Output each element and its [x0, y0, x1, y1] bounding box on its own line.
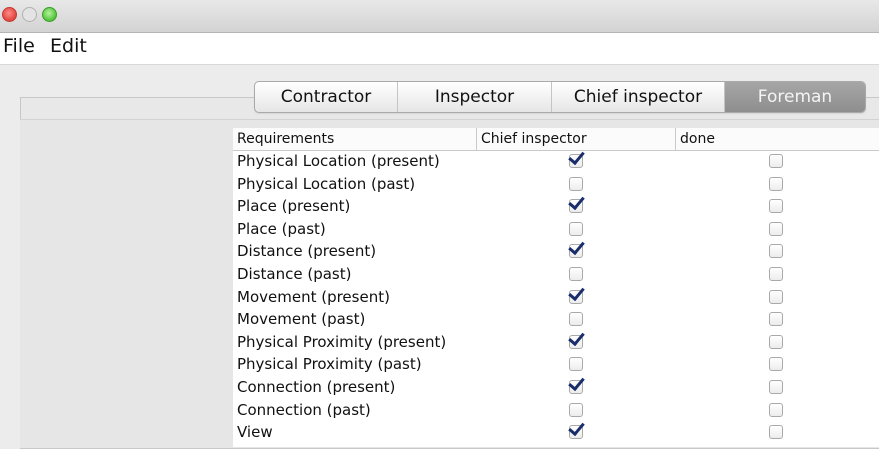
table-row[interactable]: Movement (past)	[233, 308, 879, 331]
requirement-label: Physical Proximity (past)	[237, 355, 422, 374]
requirement-label: Distance (present)	[237, 242, 377, 261]
close-window-button[interactable]	[2, 7, 17, 22]
table-row[interactable]: Physical Proximity (present)	[233, 331, 879, 354]
done-checkbox[interactable]	[769, 289, 783, 304]
table-row[interactable]: Connection (past)	[233, 399, 879, 422]
table-row[interactable]: Place (past)	[233, 218, 879, 241]
table-row[interactable]: Physical Proximity (past)	[233, 353, 879, 376]
chief-inspector-checkbox[interactable]	[569, 154, 583, 168]
chief-inspector-checkbox[interactable]	[569, 244, 583, 259]
window-titlebar	[0, 0, 879, 33]
table-row[interactable]: Place (present)	[233, 195, 879, 218]
menu-bar: File Edit	[0, 33, 879, 65]
done-checkbox[interactable]	[769, 425, 783, 440]
column-header-requirements[interactable]: Requirements	[233, 128, 477, 150]
done-checkbox[interactable]	[769, 357, 783, 372]
column-header-chief-inspector[interactable]: Chief inspector	[477, 128, 676, 150]
requirement-label: Movement (present)	[237, 287, 390, 306]
requirement-label: Place (past)	[237, 219, 326, 238]
chief-inspector-checkbox[interactable]	[569, 266, 583, 281]
requirement-label: Distance (past)	[237, 264, 352, 283]
requirement-label: View	[237, 423, 273, 442]
menu-edit[interactable]: Edit	[50, 35, 87, 57]
zoom-window-button[interactable]	[42, 7, 57, 22]
done-checkbox[interactable]	[769, 334, 783, 349]
tab-foreman[interactable]: Foreman	[725, 82, 865, 112]
done-checkbox[interactable]	[769, 221, 783, 236]
done-checkbox[interactable]	[769, 266, 783, 281]
table-body: Physical Location (present) Physical Loca…	[233, 150, 879, 444]
done-checkbox[interactable]	[769, 199, 783, 214]
table-header: Requirements Chief inspector done	[233, 128, 879, 151]
done-checkbox[interactable]	[769, 176, 783, 191]
role-tabs: Contractor Inspector Chief inspector For…	[254, 81, 866, 113]
chief-inspector-checkbox[interactable]	[569, 379, 583, 394]
requirement-label: Connection (present)	[237, 377, 396, 396]
chief-inspector-checkbox[interactable]	[569, 221, 583, 236]
requirement-label: Place (present)	[237, 197, 351, 216]
menu-file[interactable]: File	[3, 35, 35, 57]
done-checkbox[interactable]	[769, 154, 783, 168]
chief-inspector-checkbox[interactable]	[569, 357, 583, 372]
table-row[interactable]: Distance (past)	[233, 263, 879, 286]
chief-inspector-checkbox[interactable]	[569, 289, 583, 304]
requirement-label: Physical Location (present)	[237, 152, 440, 170]
chief-inspector-checkbox[interactable]	[569, 402, 583, 417]
table-row[interactable]: Physical Location (past)	[233, 173, 879, 196]
requirement-label: Movement (past)	[237, 310, 366, 329]
tab-inspector[interactable]: Inspector	[398, 82, 552, 112]
chief-inspector-checkbox[interactable]	[569, 312, 583, 327]
chief-inspector-checkbox[interactable]	[569, 176, 583, 191]
table-row[interactable]: Physical Location (present)	[233, 150, 879, 173]
done-checkbox[interactable]	[769, 244, 783, 259]
table-row[interactable]: View	[233, 421, 879, 444]
requirement-label: Physical Proximity (present)	[237, 332, 447, 351]
requirement-label: Physical Location (past)	[237, 174, 416, 193]
done-checkbox[interactable]	[769, 312, 783, 327]
done-checkbox[interactable]	[769, 379, 783, 394]
column-header-done[interactable]: done	[676, 128, 879, 150]
chief-inspector-checkbox[interactable]	[569, 199, 583, 214]
table-row[interactable]: Connection (present)	[233, 376, 879, 399]
chief-inspector-checkbox[interactable]	[569, 425, 583, 440]
done-checkbox[interactable]	[769, 402, 783, 417]
main-content: Contractor Inspector Chief inspector For…	[0, 65, 879, 449]
requirements-table: Requirements Chief inspector done Physic…	[233, 128, 879, 447]
minimize-window-button[interactable]	[22, 7, 37, 22]
tab-chief-inspector[interactable]: Chief inspector	[552, 82, 725, 112]
table-row[interactable]: Movement (present)	[233, 286, 879, 309]
requirement-label: Connection (past)	[237, 400, 371, 419]
tab-contractor[interactable]: Contractor	[255, 82, 398, 112]
table-row[interactable]: Distance (present)	[233, 240, 879, 263]
chief-inspector-checkbox[interactable]	[569, 334, 583, 349]
